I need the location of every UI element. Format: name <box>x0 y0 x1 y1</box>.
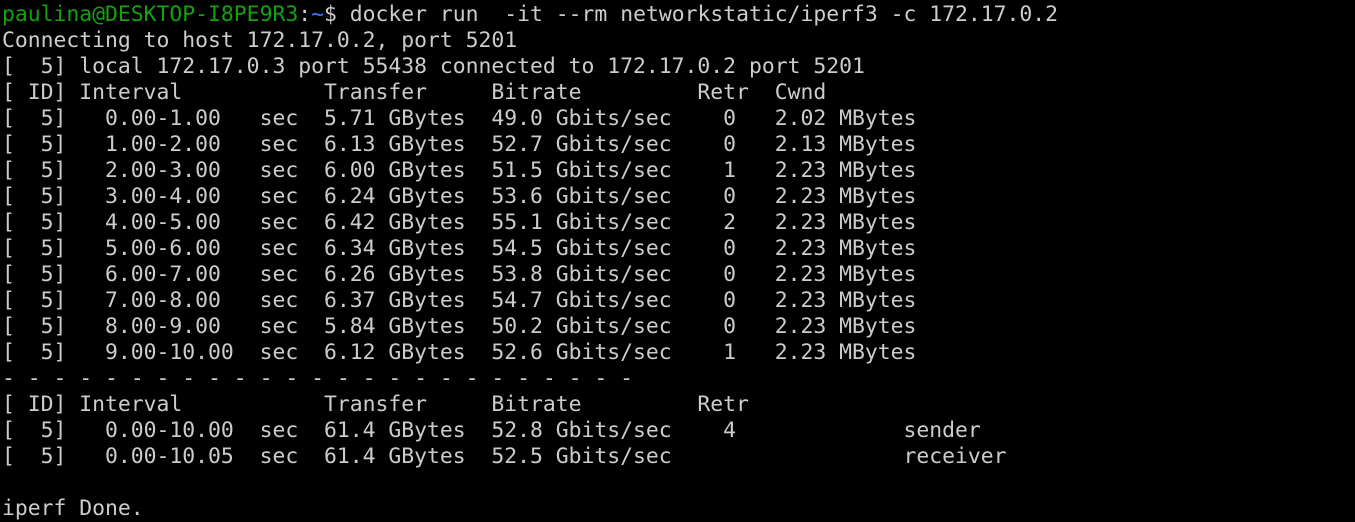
prompt-symbol: $ <box>323 2 350 27</box>
output-local-connection-line: [ 5] local 172.17.0.3 port 55438 connect… <box>2 54 865 79</box>
summary-table-header: [ ID] Interval Transfer Bitrate Retr <box>2 392 749 417</box>
interval-table-header: [ ID] Interval Transfer Bitrate Retr Cwn… <box>2 80 827 105</box>
summary-row-receiver: [ 5] 0.00-10.05 sec 61.4 GBytes 52.5 Gbi… <box>2 444 1007 469</box>
output-connecting-line: Connecting to host 172.17.0.2, port 5201 <box>2 28 518 53</box>
prompt-user-host: paulina@DESKTOP-I8PE9R3 <box>2 2 299 27</box>
summary-row-sender: [ 5] 0.00-10.00 sec 61.4 GBytes 52.8 Gbi… <box>2 418 981 443</box>
interval-row: [ 5] 3.00-4.00 sec 6.24 GBytes 53.6 Gbit… <box>2 184 917 209</box>
interval-row: [ 5] 7.00-8.00 sec 6.37 GBytes 54.7 Gbit… <box>2 288 917 313</box>
interval-row: [ 5] 4.00-5.00 sec 6.42 GBytes 55.1 Gbit… <box>2 210 917 235</box>
prompt-path: ~ <box>311 2 324 27</box>
command-prompt-line[interactable]: paulina@DESKTOP-I8PE9R3:~$ docker run -i… <box>2 2 1355 28</box>
terminal-window[interactable]: paulina@DESKTOP-I8PE9R3:~$ docker run -i… <box>0 0 1355 521</box>
interval-row: [ 5] 5.00-6.00 sec 6.34 GBytes 54.5 Gbit… <box>2 236 917 261</box>
interval-row: [ 5] 0.00-1.00 sec 5.71 GBytes 49.0 Gbit… <box>2 106 917 131</box>
command-text: docker run -it --rm networkstatic/iperf3… <box>349 2 1059 27</box>
interval-row: [ 5] 8.00-9.00 sec 5.84 GBytes 50.2 Gbit… <box>2 314 917 339</box>
interval-row: [ 5] 9.00-10.00 sec 6.12 GBytes 52.6 Gbi… <box>2 340 917 365</box>
prompt-separator: : <box>298 2 312 27</box>
output-done-line: iperf Done. <box>2 496 144 521</box>
interval-row: [ 5] 1.00-2.00 sec 6.13 GBytes 52.7 Gbit… <box>2 132 917 157</box>
interval-row: [ 5] 2.00-3.00 sec 6.00 GBytes 51.5 Gbit… <box>2 158 917 183</box>
output-divider: - - - - - - - - - - - - - - - - - - - - … <box>2 366 634 391</box>
interval-row: [ 5] 6.00-7.00 sec 6.26 GBytes 53.8 Gbit… <box>2 262 917 287</box>
